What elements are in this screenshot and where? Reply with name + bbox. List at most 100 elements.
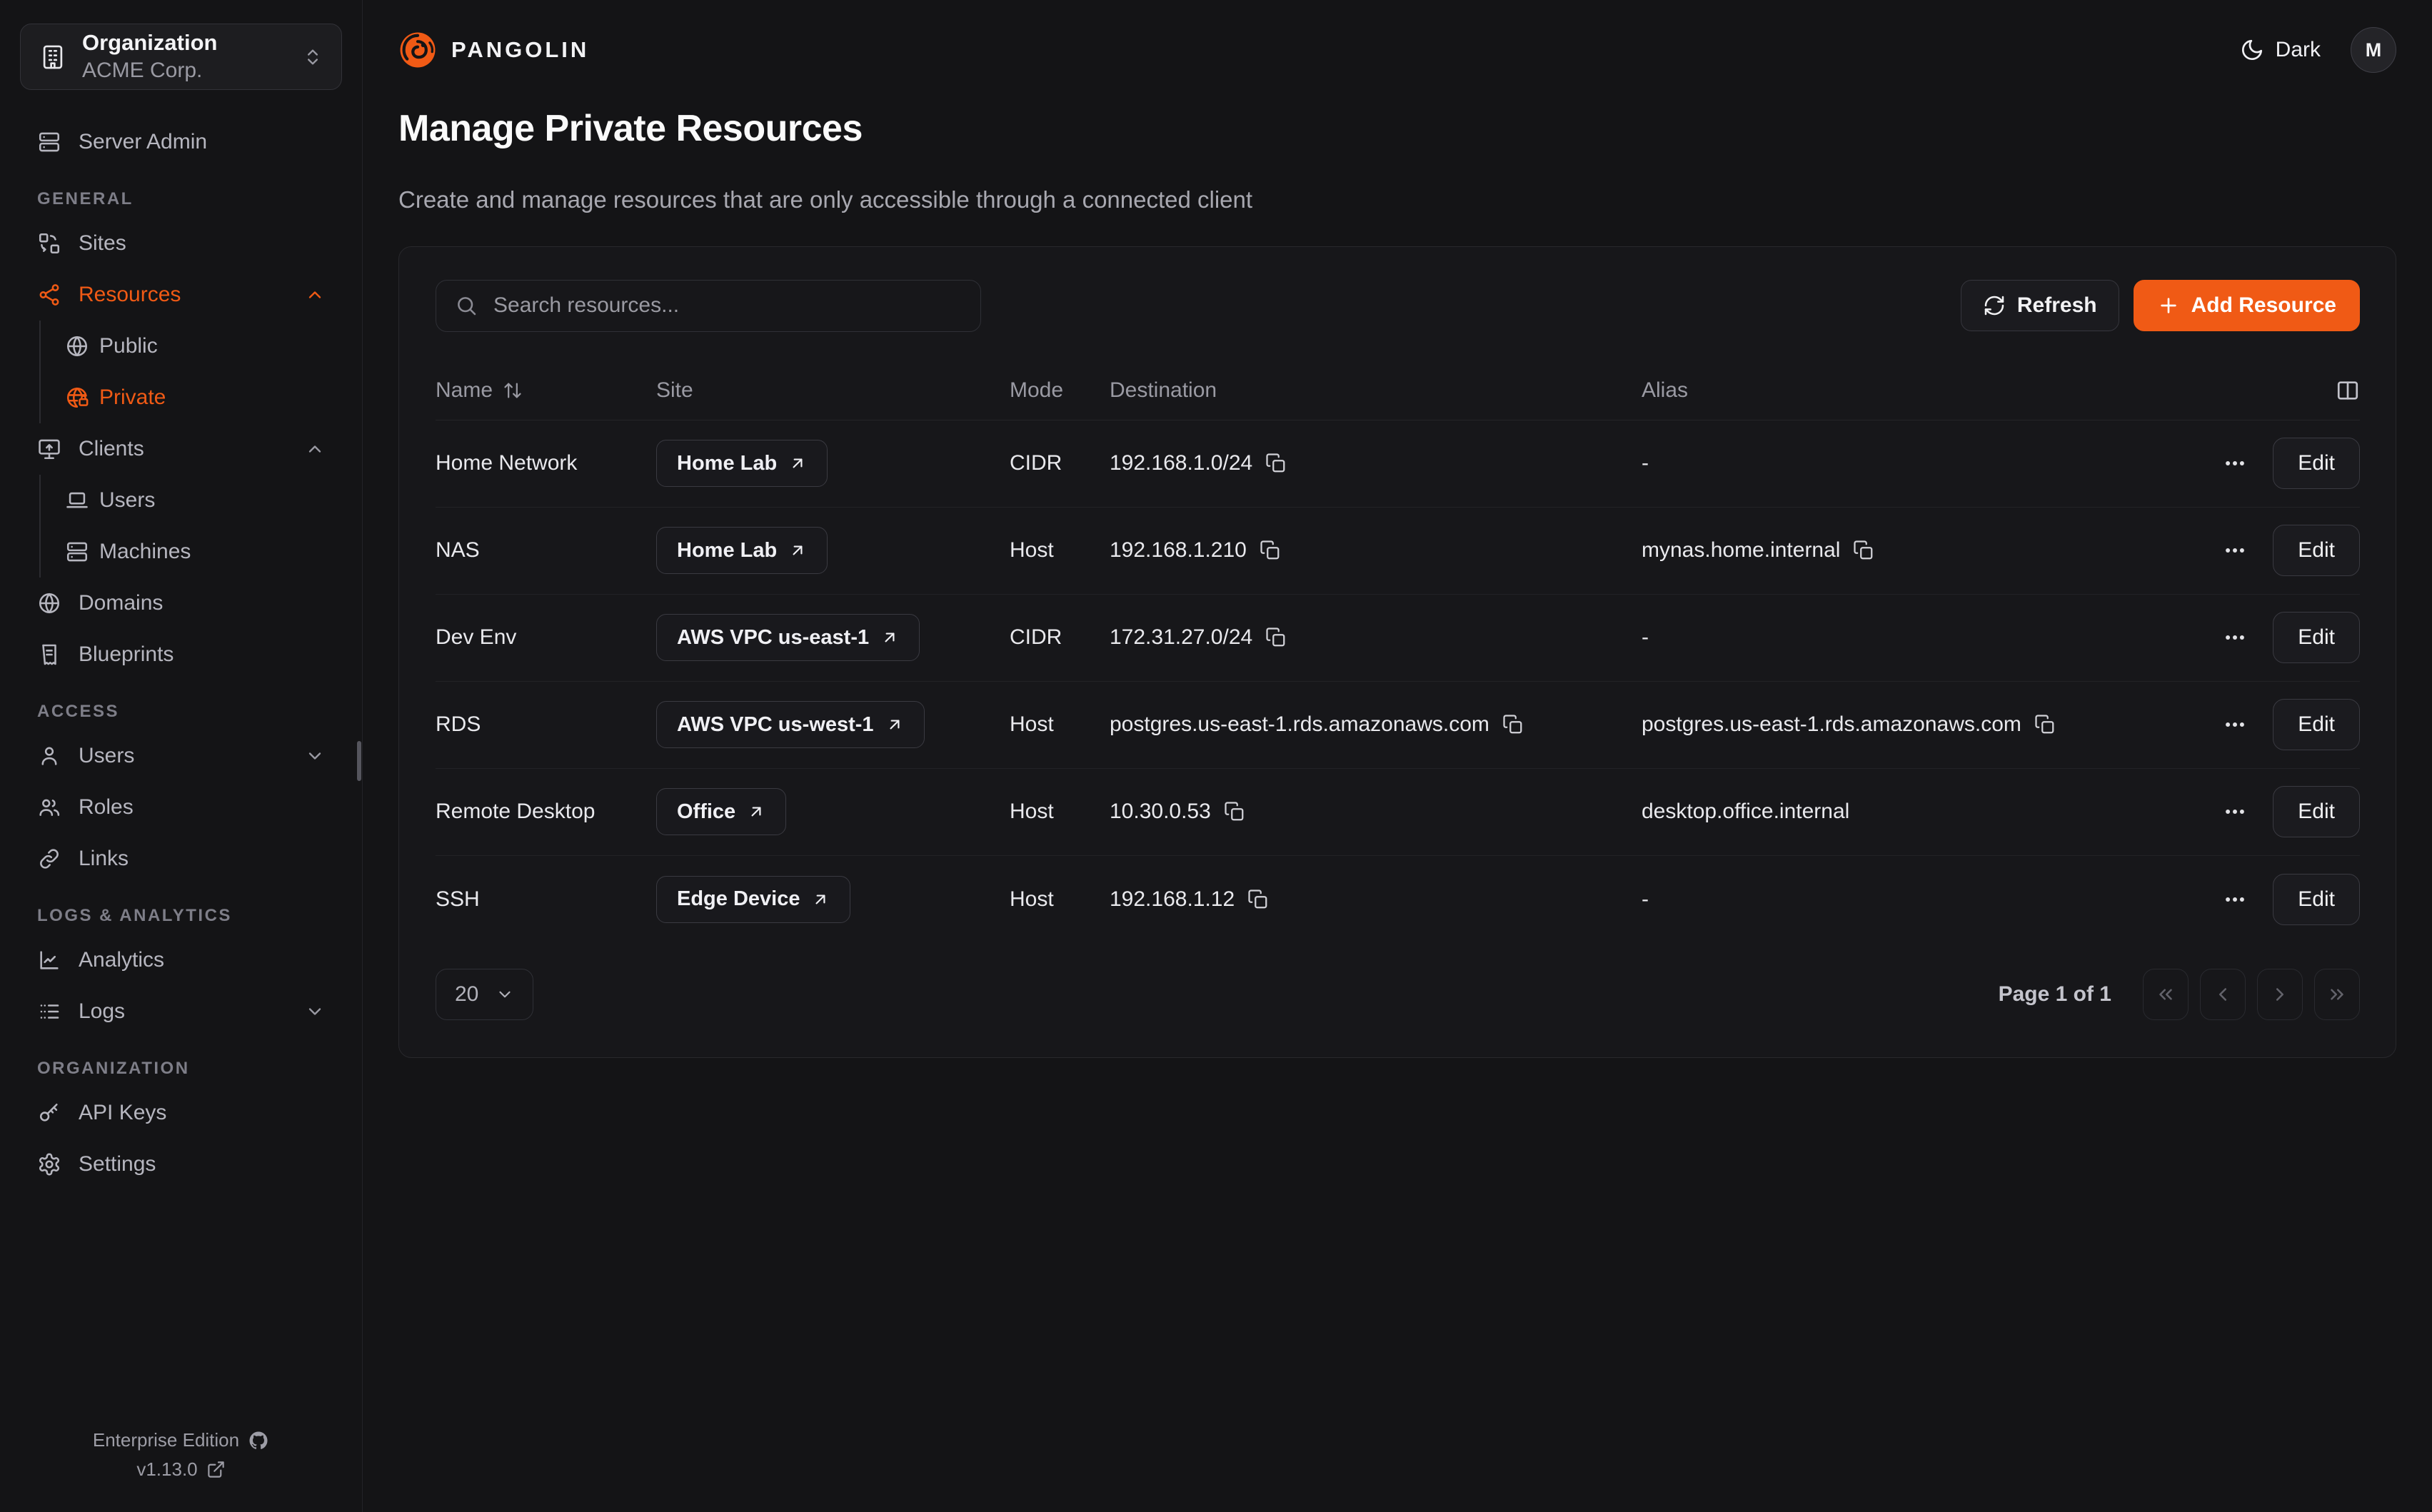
brand-name: PANGOLIN <box>451 37 589 63</box>
site-link-chip[interactable]: AWS VPC us-east-1 <box>656 614 920 661</box>
row-menu-button[interactable] <box>2219 795 2251 828</box>
site-link-chip[interactable]: AWS VPC us-west-1 <box>656 701 925 748</box>
row-menu-button[interactable] <box>2219 883 2251 916</box>
sidebar-item-label: Settings <box>79 1152 156 1176</box>
cell-destination: 192.168.1.12 <box>1110 887 1642 912</box>
sidebar-item-api-keys[interactable]: API Keys <box>20 1087 342 1139</box>
cell-destination: 172.31.27.0/24 <box>1110 625 1642 650</box>
sidebar-item-label: Server Admin <box>79 130 207 154</box>
next-page-button[interactable] <box>2257 969 2303 1020</box>
row-menu-button[interactable] <box>2219 534 2251 567</box>
edit-button[interactable]: Edit <box>2273 699 2360 750</box>
card-toolbar: Refresh Add Resource <box>436 280 2360 332</box>
cell-mode: CIDR <box>1010 451 1110 475</box>
copy-icon[interactable] <box>1853 540 1874 561</box>
sidebar-item-label: Public <box>99 334 158 358</box>
arrow-up-right-icon <box>885 715 904 734</box>
main-content: PANGOLIN Dark M Manage Private Resources… <box>363 0 2432 1512</box>
copy-icon[interactable] <box>1247 889 1269 910</box>
chevrons-up-down-icon <box>303 47 323 67</box>
sidebar-item-settings[interactable]: Settings <box>20 1139 342 1190</box>
edit-button[interactable]: Edit <box>2273 438 2360 489</box>
org-selector[interactable]: Organization ACME Corp. <box>20 24 342 90</box>
edition-label: Enterprise Edition <box>93 1429 239 1451</box>
sidebar-scrollbar-thumb[interactable] <box>357 741 361 781</box>
site-link-chip[interactable]: Edge Device <box>656 876 850 923</box>
external-link-icon[interactable] <box>206 1460 226 1479</box>
sidebar-item-clients[interactable]: Clients <box>20 423 342 475</box>
gear-icon <box>37 1152 61 1176</box>
arrow-up-right-icon <box>788 454 807 473</box>
cell-name: Dev Env <box>436 625 656 650</box>
link-icon <box>37 847 61 871</box>
sidebar-item-private[interactable]: Private <box>41 372 342 423</box>
sidebar-item-label: Clients <box>79 437 144 461</box>
arrow-up-right-icon <box>747 802 765 821</box>
cell-destination: 192.168.1.0/24 <box>1110 451 1642 475</box>
github-icon[interactable] <box>248 1430 269 1451</box>
cell-name: SSH <box>436 887 656 912</box>
list-icon <box>37 999 61 1024</box>
sidebar-item-analytics[interactable]: Analytics <box>20 934 342 986</box>
column-toggle[interactable] <box>2189 378 2360 403</box>
site-link-chip[interactable]: Home Lab <box>656 527 828 574</box>
row-menu-button[interactable] <box>2219 447 2251 480</box>
sort-icon <box>503 380 523 400</box>
refresh-button[interactable]: Refresh <box>1961 280 2119 331</box>
column-header-site: Site <box>656 378 1010 403</box>
copy-icon[interactable] <box>1224 801 1245 822</box>
avatar[interactable]: M <box>2351 27 2396 73</box>
sidebar-item-label: Users <box>99 488 155 513</box>
chevron-up-icon <box>305 439 325 459</box>
sidebar-item-resources[interactable]: Resources <box>20 269 342 321</box>
copy-icon[interactable] <box>1265 627 1287 648</box>
search-input[interactable] <box>492 293 962 318</box>
cell-alias: mynas.home.internal <box>1642 538 2189 563</box>
sidebar-item-domains[interactable]: Domains <box>20 578 342 629</box>
theme-toggle[interactable]: Dark <box>2240 38 2321 62</box>
page-subtitle: Create and manage resources that are onl… <box>398 186 2396 213</box>
cell-mode: Host <box>1010 712 1110 737</box>
first-page-button[interactable] <box>2143 969 2189 1020</box>
section-label-organization: ORGANIZATION <box>20 1059 342 1079</box>
copy-icon[interactable] <box>1260 540 1281 561</box>
copy-icon[interactable] <box>2034 714 2056 735</box>
monitor-up-icon <box>37 437 61 461</box>
search-box <box>436 280 981 332</box>
site-link-chip[interactable]: Office <box>656 788 786 835</box>
sidebar-item-roles[interactable]: Roles <box>20 782 342 833</box>
copy-icon[interactable] <box>1265 453 1287 474</box>
sidebar-item-users[interactable]: Users <box>20 730 342 782</box>
row-menu-button[interactable] <box>2219 708 2251 741</box>
globe-icon <box>65 334 89 358</box>
edit-button[interactable]: Edit <box>2273 525 2360 576</box>
sidebar-item-links[interactable]: Links <box>20 833 342 884</box>
sidebar-footer: Enterprise Edition v1.13.0 <box>20 1422 342 1481</box>
sidebar-item-label: Private <box>99 385 166 410</box>
table-row: Dev Env AWS VPC us-east-1 CIDR 172.31.27… <box>436 595 2360 682</box>
edit-button[interactable]: Edit <box>2273 786 2360 837</box>
row-menu-button[interactable] <box>2219 621 2251 654</box>
edit-button[interactable]: Edit <box>2273 874 2360 925</box>
sidebar-item-server-admin[interactable]: Server Admin <box>20 116 342 168</box>
chevron-down-icon <box>305 1002 325 1022</box>
sidebar-item-client-users[interactable]: Users <box>41 475 342 526</box>
last-page-button[interactable] <box>2314 969 2360 1020</box>
copy-icon[interactable] <box>1502 714 1524 735</box>
sidebar-item-machines[interactable]: Machines <box>41 526 342 578</box>
sidebar-item-label: API Keys <box>79 1101 166 1125</box>
add-resource-button[interactable]: Add Resource <box>2134 280 2360 331</box>
cell-alias: postgres.us-east-1.rds.amazonaws.com <box>1642 712 2189 737</box>
sidebar-item-logs[interactable]: Logs <box>20 986 342 1037</box>
sidebar-item-public[interactable]: Public <box>41 321 342 372</box>
column-header-name[interactable]: Name <box>436 378 656 403</box>
sidebar-item-label: Blueprints <box>79 642 174 667</box>
previous-page-button[interactable] <box>2200 969 2246 1020</box>
site-link-chip[interactable]: Home Lab <box>656 440 828 487</box>
edit-button[interactable]: Edit <box>2273 612 2360 663</box>
sidebar-item-sites[interactable]: Sites <box>20 218 342 269</box>
page-size-select[interactable]: 20 <box>436 969 533 1020</box>
sidebar-item-blueprints[interactable]: Blueprints <box>20 629 342 680</box>
avatar-initial: M <box>2366 39 2382 61</box>
sidebar-item-label: Users <box>79 744 134 768</box>
